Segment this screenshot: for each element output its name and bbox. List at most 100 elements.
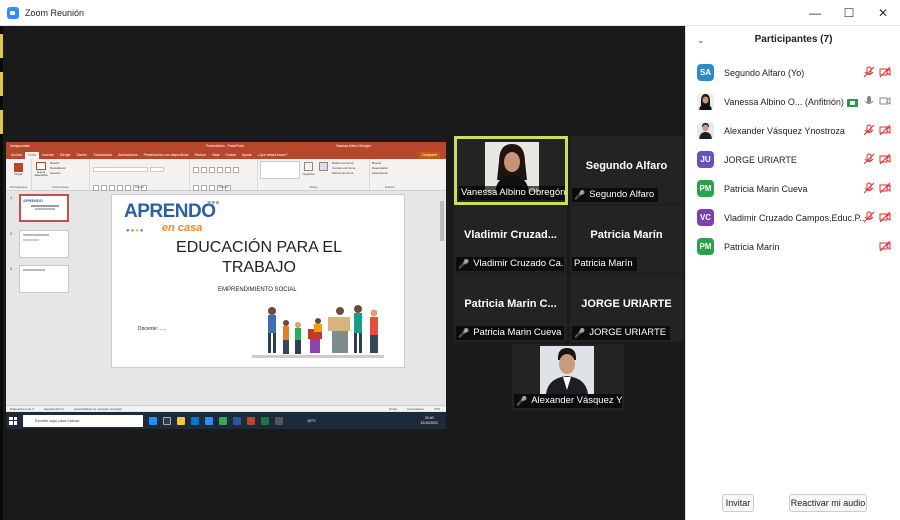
video-tile-patricia-marin[interactable]: Patricia Marín Patricia Marín	[570, 205, 683, 273]
mic-muted-icon[interactable]	[863, 66, 875, 78]
ppt-tab-diseno[interactable]: Diseño	[73, 152, 90, 159]
file-explorer-icon[interactable]	[177, 416, 185, 425]
ppt-ribbon: Pegar Portapapeles Nueva diapositiva Dis…	[6, 159, 446, 191]
chrome-icon[interactable]	[219, 416, 227, 425]
participant-row[interactable]: SA Segundo Alfaro (Yo)	[686, 58, 900, 86]
taskbar-search[interactable]: Escribe aquí para buscar	[23, 414, 143, 427]
slide-thumbnail-1[interactable]: APRENDO	[19, 194, 69, 222]
slide-subtitle: EMPRENDIMIENTO SOCIAL	[218, 287, 297, 293]
camera-icon[interactable]	[879, 95, 891, 107]
word-icon[interactable]	[233, 416, 241, 425]
participant-row[interactable]: PM Patricia Marín	[686, 232, 900, 260]
app-icon[interactable]	[275, 416, 283, 425]
ppt-tab-revisar[interactable]: Revisar	[191, 152, 209, 159]
taskbar-date: 12/10/2021	[420, 420, 438, 425]
video-tile-alexander[interactable]: 🎤 Alexander Vásquez Y...	[512, 344, 624, 410]
windows-start-icon[interactable]	[9, 416, 17, 425]
group-label-editing: Edición	[385, 185, 395, 189]
window-title: Zoom Reunión	[25, 7, 85, 18]
video-tile-segundo[interactable]: Segundo Alfaro 🎤 Segundo Alfaro	[570, 136, 683, 204]
excel-icon[interactable]	[261, 416, 269, 425]
shapes-gallery[interactable]	[260, 161, 300, 179]
participant-display-name: Patricia Marín	[590, 229, 663, 241]
mic-muted-icon[interactable]	[863, 124, 875, 136]
mic-muted-icon[interactable]	[863, 182, 875, 194]
shared-screen[interactable]: Autoguardado Presentación - PowerPoint V…	[6, 142, 446, 429]
ppt-tell-me[interactable]: ¿Qué desea hacer?	[255, 152, 291, 159]
select-button[interactable]: Seleccionar	[372, 171, 408, 176]
logo-dots: ●●●●	[126, 228, 145, 234]
ppt-tab-archivo[interactable]: Archivo	[8, 152, 25, 159]
taskbar-time: 20:40	[424, 415, 434, 420]
powerpoint-icon[interactable]	[247, 416, 255, 425]
zoom-taskbar-icon[interactable]	[205, 416, 213, 425]
section-button[interactable]: Sección	[50, 171, 66, 176]
maximize-button[interactable]: ☐	[832, 0, 866, 26]
video-on-icon	[846, 98, 858, 107]
close-button[interactable]: ✕	[866, 0, 900, 26]
camera-off-icon[interactable]	[879, 182, 891, 194]
ppt-tab-ayuda[interactable]: Ayuda	[239, 152, 255, 159]
vertical-scrollbar[interactable]	[440, 201, 444, 241]
video-tile-patricia-cueva[interactable]: Patricia Marin C... 🎤 Patricia Marin Cuev…	[454, 274, 567, 342]
video-tile-jorge[interactable]: JORGE URIARTE 🎤 JORGE URIARTE	[570, 274, 683, 342]
participant-display-name: JORGE URIARTE	[581, 298, 672, 310]
participant-video	[540, 346, 594, 394]
ppt-tab-inicio[interactable]: Inicio	[25, 152, 40, 159]
font-name-box[interactable]	[93, 167, 148, 173]
participant-name: Alexander Vásquez Y...	[531, 395, 622, 406]
ppt-tab-insertar[interactable]: Insertar	[39, 152, 57, 159]
quick-styles-icon[interactable]	[319, 162, 328, 171]
camera-off-icon[interactable]	[879, 66, 891, 78]
participant-display-name: Segundo Alfaro	[585, 160, 668, 172]
ppt-tab-animaciones[interactable]: Animaciones	[115, 152, 140, 159]
shape-effects[interactable]: Efectos de forma	[332, 171, 355, 176]
camera-off-icon[interactable]	[879, 240, 891, 252]
video-tile-vladimir[interactable]: Vladimir Cruzad... 🎤 Vladimir Cruzado Ca.…	[454, 205, 567, 273]
mic-muted-icon[interactable]	[863, 211, 875, 223]
ppt-autosave[interactable]: Autoguardado	[10, 144, 30, 148]
paste-icon[interactable]	[14, 163, 23, 172]
camera-off-icon[interactable]	[879, 124, 891, 136]
thumb-number: 2	[10, 231, 13, 236]
participant-row[interactable]: VC Vladimir Cruzado Campos,Educ.P...	[686, 203, 900, 231]
participant-row[interactable]: JU JORGE URIARTE	[686, 145, 900, 173]
mail-icon[interactable]	[191, 416, 199, 425]
status-accessibility[interactable]: Accesibilidad: se necesita investigar	[74, 407, 122, 411]
participant-row[interactable]: Alexander Vásquez Ynostroza	[686, 116, 900, 144]
avatar	[697, 122, 714, 139]
ppt-tab-vista[interactable]: Vista	[209, 152, 222, 159]
slide-thumbnail-3[interactable]	[19, 265, 69, 293]
status-notes[interactable]: Notas	[389, 407, 397, 411]
font-size-box[interactable]	[150, 167, 164, 173]
slide-thumbnail-2[interactable]	[19, 230, 69, 258]
status-zoom[interactable]: 72%	[434, 407, 440, 411]
unmute-me-button[interactable]: Reactivar mi audio	[789, 494, 867, 512]
edge-icon[interactable]	[149, 416, 157, 425]
mic-icon[interactable]	[863, 95, 875, 107]
ppt-share-button[interactable]: Compartir	[419, 152, 440, 159]
participant-label: Patricia Marín	[572, 257, 637, 271]
thumb-number: 3	[10, 266, 13, 271]
status-comments[interactable]: Comentarios	[407, 407, 424, 411]
participant-name: Patricia Marin Cueva	[473, 327, 562, 338]
invite-button[interactable]: Invitar	[722, 494, 754, 512]
participant-label: 🎤 Segundo Alfaro	[572, 188, 659, 202]
participant-row[interactable]: PM Patricia Marin Cueva	[686, 174, 900, 202]
camera-off-icon[interactable]	[879, 211, 891, 223]
current-slide[interactable]: APRENDO ♥♥♥ en casa ●●●● EDUCACIÓN PARA …	[111, 194, 405, 368]
minimize-button[interactable]: —	[798, 0, 832, 26]
video-tile-vanessa[interactable]: Vanessa Albino Obregón	[454, 136, 568, 205]
participant-row[interactable]: Vanessa Albino O... (Anfitrión)	[686, 87, 900, 115]
mic-muted-icon[interactable]	[863, 153, 875, 165]
camera-off-icon[interactable]	[879, 153, 891, 165]
ppt-tab-grabar[interactable]: Grabar	[222, 152, 239, 159]
ribbon-group-font: Fuente	[90, 159, 190, 191]
ppt-tab-transiciones[interactable]: Transiciones	[90, 152, 115, 159]
ppt-ribbon-tabs: Archivo Inicio Insertar Dibujar Diseño T…	[6, 150, 446, 159]
ppt-tab-dibujar[interactable]: Dibujar	[57, 152, 74, 159]
ppt-tab-presentacion[interactable]: Presentación con diapositivas	[141, 152, 192, 159]
new-slide-icon[interactable]	[36, 162, 46, 170]
task-view-icon[interactable]	[163, 416, 171, 425]
arrange-icon[interactable]	[304, 162, 313, 171]
